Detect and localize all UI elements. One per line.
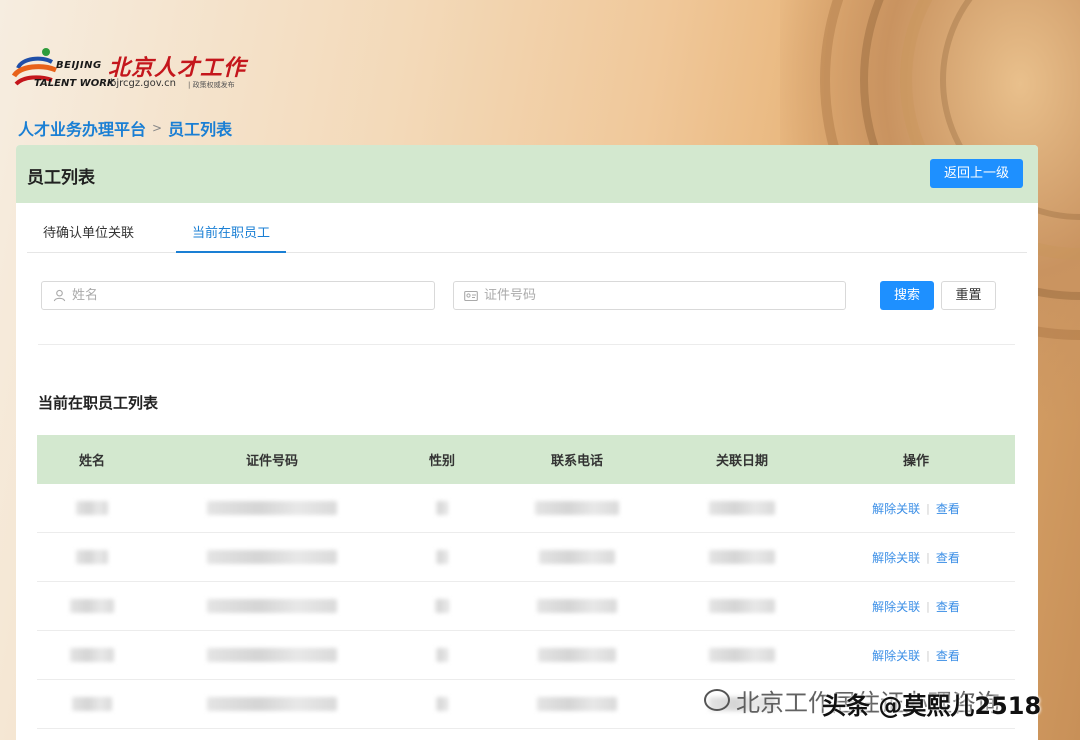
redacted-phone <box>535 501 619 515</box>
table-row: 解除关联 | 查看 <box>37 631 1015 680</box>
redacted-name <box>76 550 108 564</box>
unlink-button[interactable]: 解除关联 <box>872 549 920 566</box>
view-button[interactable]: 查看 <box>936 598 960 615</box>
redacted-id-number <box>207 648 337 662</box>
unlink-button[interactable]: 解除关联 <box>872 647 920 664</box>
unlink-button[interactable]: 解除关联 <box>872 500 920 517</box>
view-button[interactable]: 查看 <box>936 500 960 517</box>
redacted-gender <box>435 599 449 613</box>
breadcrumb-current: 员工列表 <box>168 120 233 139</box>
redacted-date <box>709 648 775 662</box>
column-header-phone: 联系电话 <box>550 454 603 469</box>
column-header-date: 关联日期 <box>715 454 768 469</box>
redacted-id-number <box>207 550 337 564</box>
search-button[interactable]: 搜索 <box>880 281 934 310</box>
redacted-gender <box>436 648 448 662</box>
logo-english-line2: TALENT WORK <box>34 78 115 89</box>
breadcrumb-separator: > <box>152 121 163 135</box>
site-logo[interactable]: BEIJING TALENT WORK 北京人才工作 bjrcgz.gov.cn… <box>12 40 252 92</box>
page-title: 员工列表 <box>27 168 95 188</box>
redacted-id-number <box>207 501 337 515</box>
redacted-phone <box>538 648 616 662</box>
redacted-date <box>709 599 775 613</box>
panel-header: 员工列表 返回上一级 <box>16 145 1038 203</box>
row-actions: 解除关联 | 查看 <box>872 500 960 517</box>
divider <box>38 344 1015 345</box>
name-input[interactable] <box>72 288 392 303</box>
table-row: 解除关联 | 查看 <box>37 484 1015 533</box>
reset-button[interactable]: 重置 <box>941 281 996 310</box>
column-header-id-number: 证件号码 <box>245 454 298 469</box>
id-card-icon <box>464 289 478 303</box>
list-title: 当前在职员工列表 <box>38 394 159 412</box>
id-number-input[interactable] <box>484 288 804 303</box>
row-actions: 解除关联 | 查看 <box>872 598 960 615</box>
redacted-name <box>70 648 114 662</box>
row-actions: 解除关联 | 查看 <box>872 549 960 566</box>
redacted-phone <box>537 599 617 613</box>
table-row: 解除关联 | 查看 <box>37 533 1015 582</box>
redacted-gender <box>436 501 448 515</box>
tab-pending-association[interactable]: 待确认单位关联 <box>27 215 150 253</box>
redacted-name <box>76 501 108 515</box>
search-bar: 搜索 重置 <box>41 281 1021 311</box>
tab-current-employees[interactable]: 当前在职员工 <box>176 215 287 253</box>
redacted-id-number <box>207 599 337 613</box>
column-header-gender: 性别 <box>428 454 455 469</box>
employee-list-panel: 员工列表 返回上一级 待确认单位关联 当前在职员工 搜索 重置 当前在职员工列表… <box>16 145 1038 740</box>
view-button[interactable]: 查看 <box>936 549 960 566</box>
redacted-phone <box>539 550 615 564</box>
id-number-field[interactable] <box>453 281 846 310</box>
redacted-phone <box>537 697 617 711</box>
table-row: 解除关联 | 查看 <box>37 582 1015 631</box>
breadcrumb-root[interactable]: 人才业务办理平台 <box>18 116 146 140</box>
redacted-id-number <box>207 697 337 711</box>
user-icon <box>52 289 66 303</box>
redacted-date <box>709 550 775 564</box>
table-header: 姓名 证件号码 性别 联系电话 关联日期 操作 <box>37 435 1015 484</box>
back-button[interactable]: 返回上一级 <box>930 159 1023 188</box>
redacted-gender <box>436 697 448 711</box>
redacted-name <box>70 599 114 613</box>
redacted-name <box>72 697 112 711</box>
wechat-icon <box>704 689 730 711</box>
redacted-gender <box>436 550 448 564</box>
redacted-date <box>709 501 775 515</box>
logo-english-line1: BEIJING <box>56 60 102 71</box>
breadcrumb: 人才业务办理平台 > 员工列表 <box>18 116 232 140</box>
logo-subtitle: | 政策权威发布 <box>188 81 235 89</box>
view-button[interactable]: 查看 <box>936 647 960 664</box>
row-actions: 解除关联 | 查看 <box>872 647 960 664</box>
unlink-button[interactable]: 解除关联 <box>872 598 920 615</box>
toutiao-watermark: 头条 @莫熙儿2518 <box>822 692 1042 720</box>
tab-bar: 待确认单位关联 当前在职员工 <box>27 215 1027 253</box>
name-field[interactable] <box>41 281 435 310</box>
column-header-actions: 操作 <box>902 454 929 469</box>
logo-url: bjrcgz.gov.cn <box>110 78 176 89</box>
column-header-name: 姓名 <box>78 454 105 469</box>
